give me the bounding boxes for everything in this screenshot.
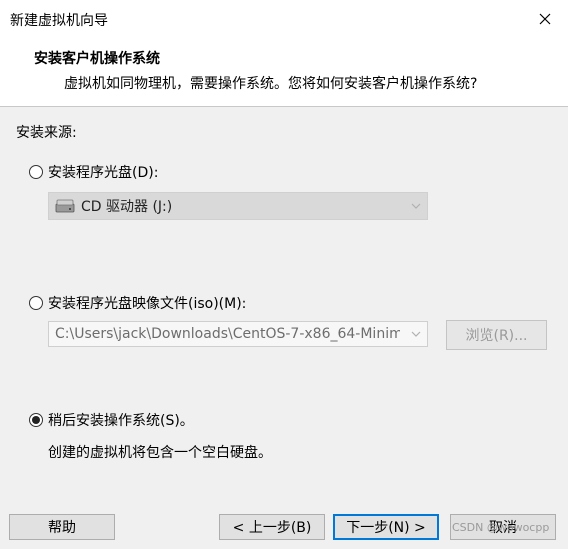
install-source-label: 安装来源: xyxy=(16,125,77,141)
radio-install-iso-label: 安装程序光盘映像文件(iso)(M): xyxy=(48,296,247,312)
close-icon xyxy=(539,13,551,25)
drive-select[interactable]: CD 驱动器 (J:) xyxy=(48,192,428,220)
close-button[interactable] xyxy=(522,0,568,38)
iso-path-select[interactable]: C:\Users\jack\Downloads\CentOS-7-x86_64-… xyxy=(48,321,428,347)
radio-install-later-label: 稍后安装操作系统(S)。 xyxy=(48,413,194,429)
back-button[interactable]: < 上一步(B) xyxy=(219,514,325,540)
window-title: 新建虚拟机向导 xyxy=(10,13,108,29)
help-button[interactable]: 帮助 xyxy=(9,514,115,540)
chevron-down-icon xyxy=(411,331,421,337)
iso-path-value: C:\Users\jack\Downloads\CentOS-7-x86_64-… xyxy=(55,326,400,342)
radio-button[interactable] xyxy=(29,296,43,310)
next-button[interactable]: 下一步(N) > xyxy=(333,514,439,540)
install-later-description: 创建的虚拟机将包含一个空白硬盘。 xyxy=(48,445,272,461)
radio-install-disc[interactable]: 安装程序光盘(D): xyxy=(29,162,158,182)
page-subtitle: 虚拟机如同物理机，需要操作系统。您将如何安装客户机操作系统? xyxy=(64,76,478,92)
watermark: CSDN @wowocpp xyxy=(452,521,550,534)
cd-drive-icon xyxy=(55,199,75,213)
chevron-down-icon xyxy=(411,203,421,209)
radio-install-later[interactable]: 稍后安装操作系统(S)。 xyxy=(29,410,194,430)
page-title: 安装客户机操作系统 xyxy=(34,51,160,67)
radio-button-selected[interactable] xyxy=(29,413,43,427)
radio-install-disc-label: 安装程序光盘(D): xyxy=(48,165,159,181)
drive-select-value: CD 驱动器 (J:) xyxy=(81,199,173,215)
browse-button[interactable]: 浏览(R)... xyxy=(446,320,547,350)
radio-button[interactable] xyxy=(29,165,43,179)
wizard-header: 安装客户机操作系统 虚拟机如同物理机，需要操作系统。您将如何安装客户机操作系统? xyxy=(0,38,568,107)
title-bar: 新建虚拟机向导 xyxy=(0,0,568,38)
radio-install-iso[interactable]: 安装程序光盘映像文件(iso)(M): xyxy=(29,293,246,313)
